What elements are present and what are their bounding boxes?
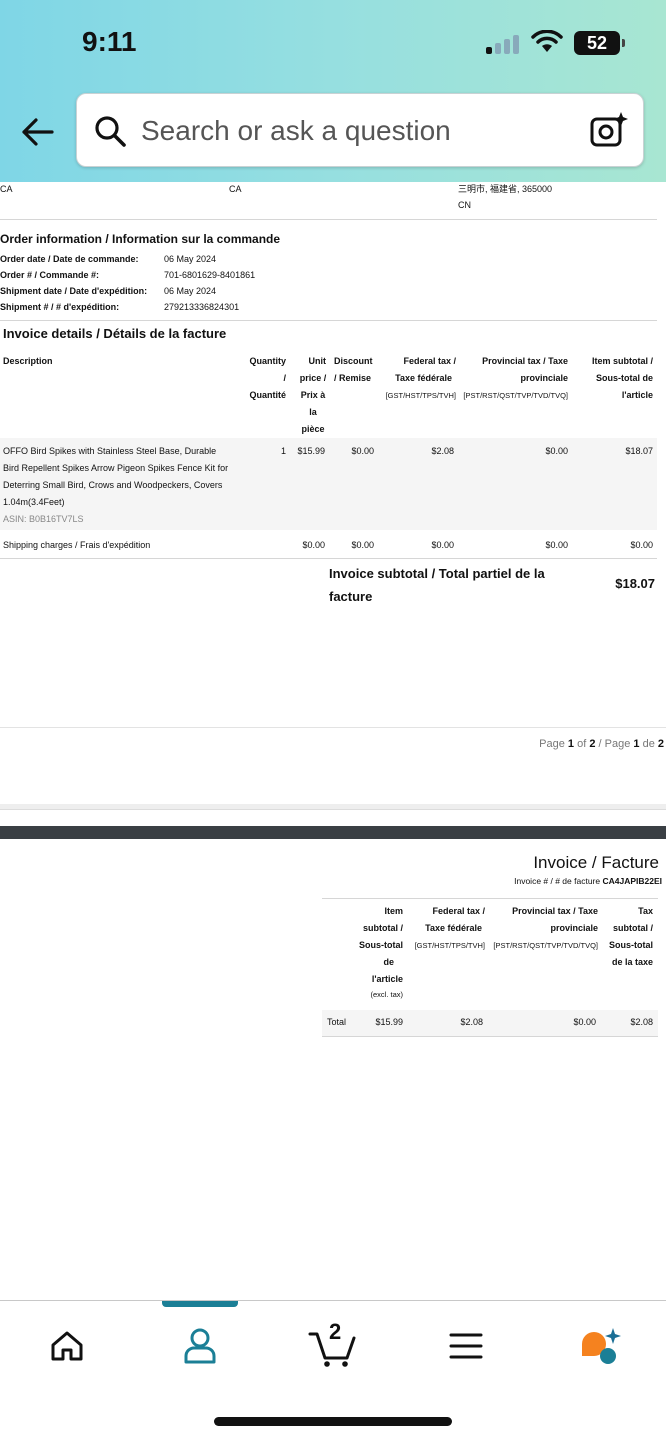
order-number-value: 701-6801629-8401861 [164,270,256,280]
divider [0,219,657,220]
divider [0,320,657,321]
col-header-provincial-tax-2: Provincial tax / Taxe provinciale [PST/RST… [493,906,598,950]
shipment-date-label: Shipment date / Date d'expédition: [0,286,148,296]
item-federal-tax: $2.08 [431,446,454,456]
col-header-item-subtotal: Item subtotal / Sous-total de l'article [591,356,653,400]
status-time: 9:11 [82,26,137,57]
page-gap [0,804,666,810]
divider [0,727,666,728]
cart-count: 2 [329,1319,342,1344]
shipment-date-value: 06 May 2024 [164,286,217,296]
wifi-icon [531,29,563,59]
total-tax-subtotal: $2.08 [630,1017,653,1027]
invoice-details-title: Invoice details / Détails de la facture [3,326,227,341]
home-indicator [214,1417,452,1426]
battery-icon: 52 [574,31,625,55]
col-header-description: Description [3,356,53,366]
app-header: 9:11 52 Search or ask a question [0,0,666,182]
invoice-number: Invoice # / # de facture CA4JAPIB22EI [514,876,662,886]
address-left: CA [0,184,13,194]
home-icon[interactable] [37,1321,97,1371]
item-discount: $0.00 [351,446,374,456]
total-provincial-tax: $0.00 [573,1017,596,1027]
search-bar[interactable]: Search or ask a question [76,93,644,167]
menu-icon[interactable] [436,1321,496,1371]
col-header-provincial-tax: Provincial tax / Taxe provinciale [PST/RST… [463,356,568,400]
cellular-signal-icon [486,34,522,54]
shipping-discount: $0.00 [351,540,374,550]
col-header-item-subtotal-2: Item subtotal / Sous-total de l'article (e… [359,906,403,999]
divider [0,558,657,559]
address-middle: CA [229,184,242,194]
col-header-tax-subtotal: Tax subtotal / Sous-total de la taxe [609,906,653,967]
item-provincial-tax: $0.00 [545,446,568,456]
search-icon [93,114,127,153]
shipping-federal-tax: $0.00 [431,540,454,550]
page-footer: Page 1 of 2 / Page 1 de 2 [539,738,664,750]
col-header-federal-tax-2: Federal tax / Taxe fédérale [GST/HST/TPS/T… [414,906,485,950]
invoice-subtotal-label: Invoice subtotal / Total partiel de la f… [329,566,545,604]
order-number-label: Order # / Commande #: [0,270,100,280]
battery-level: 52 [586,32,608,53]
back-arrow-icon[interactable] [18,112,58,152]
page-separator [0,826,666,839]
cart-icon[interactable]: 2 [302,1319,362,1371]
item-unit-price: $15.99 [297,446,325,456]
invoice-title: Invoice / Facture [533,853,659,872]
account-icon[interactable] [170,1321,230,1371]
col-header-quantity: Quantity / Quantité [249,356,286,400]
rufus-icon[interactable] [570,1321,630,1371]
search-input[interactable]: Search or ask a question [141,115,451,147]
col-header-federal-tax: Federal tax / Taxe fédérale [GST/HST/TPS/T… [385,356,456,400]
address-right-line1: 三明市, 福建省, 365000 [458,184,553,194]
order-date-label: Order date / Date de commande: [0,254,139,264]
order-date-value: 06 May 2024 [164,254,217,264]
total-item-subtotal: $15.99 [375,1017,403,1027]
bottom-navigation: 2 [0,1300,666,1440]
shipping-provincial-tax: $0.00 [545,540,568,550]
active-tab-indicator [162,1301,238,1307]
col-header-unit-price: Unit price / Prix à la pièce [299,356,327,434]
total-label: Total [327,1017,347,1027]
camera-search-icon[interactable] [589,110,629,155]
shipping-unit-price: $0.00 [302,540,325,550]
divider [322,898,658,899]
invoice-subtotal-value: $18.07 [615,576,655,591]
address-right-line2: CN [458,200,471,210]
shipment-number-value: 279213336824301 [164,302,240,312]
item-subtotal: $18.07 [625,446,653,456]
shipping-subtotal: $0.00 [630,540,653,550]
order-info-title: Order information / Information sur la c… [0,232,281,246]
divider [322,1036,658,1037]
total-federal-tax: $2.08 [460,1017,483,1027]
item-asin: ASIN: B0B16TV7LS [3,514,84,524]
shipment-number-label: Shipment # / # d'expédition: [0,302,120,312]
shipping-label: Shipping charges / Frais d'expédition [3,540,151,550]
item-description: OFFO Bird Spikes with Stainless Steel Ba… [3,443,253,528]
